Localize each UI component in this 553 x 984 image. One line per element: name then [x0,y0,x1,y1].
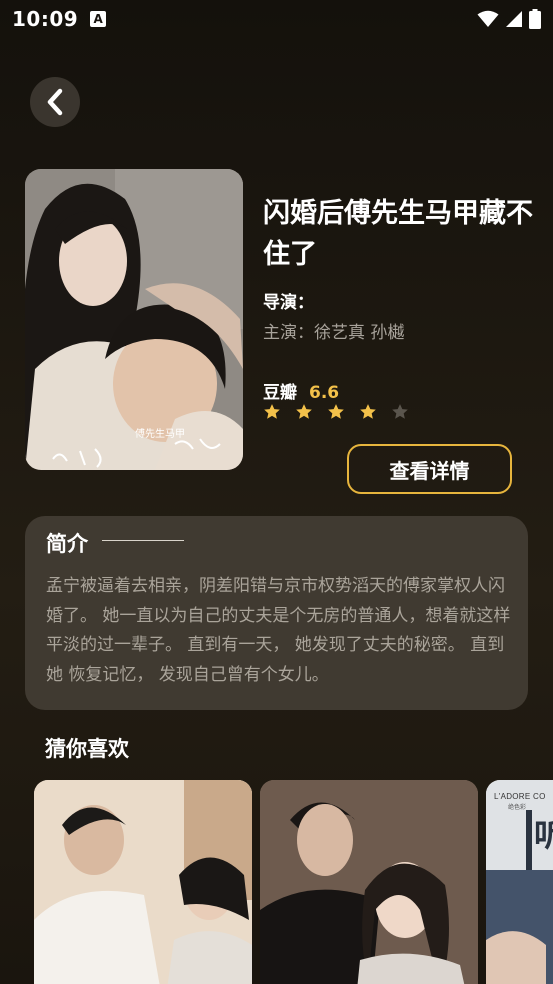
rating-row: 豆瓣 6.6 [263,378,339,403]
recommendation-card[interactable] [260,780,478,984]
star-icon [392,404,408,419]
recommendation-title-glyph: 听 [534,816,553,854]
recommendation-card[interactable]: L'ADORE CO 绝色彩 听 [486,780,553,984]
star-icon [296,404,312,419]
back-button[interactable] [30,77,80,127]
recommendation-brand-text: L'ADORE CO [494,792,546,801]
cast-label: 主演：徐艺真 孙樾 [263,323,405,343]
recommendation-sub-text: 绝色彩 [508,804,527,811]
intro-card: 简介 孟宁被逼着去相亲，阴差阳错与京市权势滔天的傅家掌权人闪 婚了。 她一直以为… [25,516,528,710]
notification-icon: A [90,11,107,27]
status-bar: 10:09 A [0,0,553,38]
chevron-left-icon [47,88,63,116]
rating-score: 6.6 [309,383,340,403]
wifi-icon [477,10,499,27]
intro-title: 简介 [46,532,88,556]
recommendation-poster [260,780,478,984]
recommendations-title: 猜你喜欢 [45,737,129,761]
recommendation-poster [34,780,252,984]
star-icon [360,404,376,419]
movie-poster[interactable]: 傅先生马甲 [25,169,243,470]
star-icon [328,404,344,419]
movie-detail-screen: 10:09 A 傅先生马甲 闪婚后傅先生马甲藏不住了 导演： 主演：徐艺真 孙樾… [0,0,553,984]
recommendation-card[interactable] [34,780,252,984]
poster-caption: 傅先生马甲 [135,427,185,440]
status-icons [477,9,541,29]
star-icon [264,404,280,419]
intro-title-divider [102,540,184,541]
battery-icon [529,9,541,29]
intro-text: 孟宁被逼着去相亲，阴差阳错与京市权势滔天的傅家掌权人闪 婚了。 她一直以为自己的… [46,576,511,685]
status-time: 10:09 [12,7,79,31]
movie-title: 闪婚后傅先生马甲藏不住了 [263,198,533,270]
signal-icon [506,11,522,27]
poster-artwork: 傅先生马甲 [25,169,243,470]
director-label: 导演： [263,293,314,313]
rating-source: 豆瓣 [263,383,297,403]
star-rating [263,403,409,421]
view-details-button[interactable]: 查看详情 [347,444,512,494]
